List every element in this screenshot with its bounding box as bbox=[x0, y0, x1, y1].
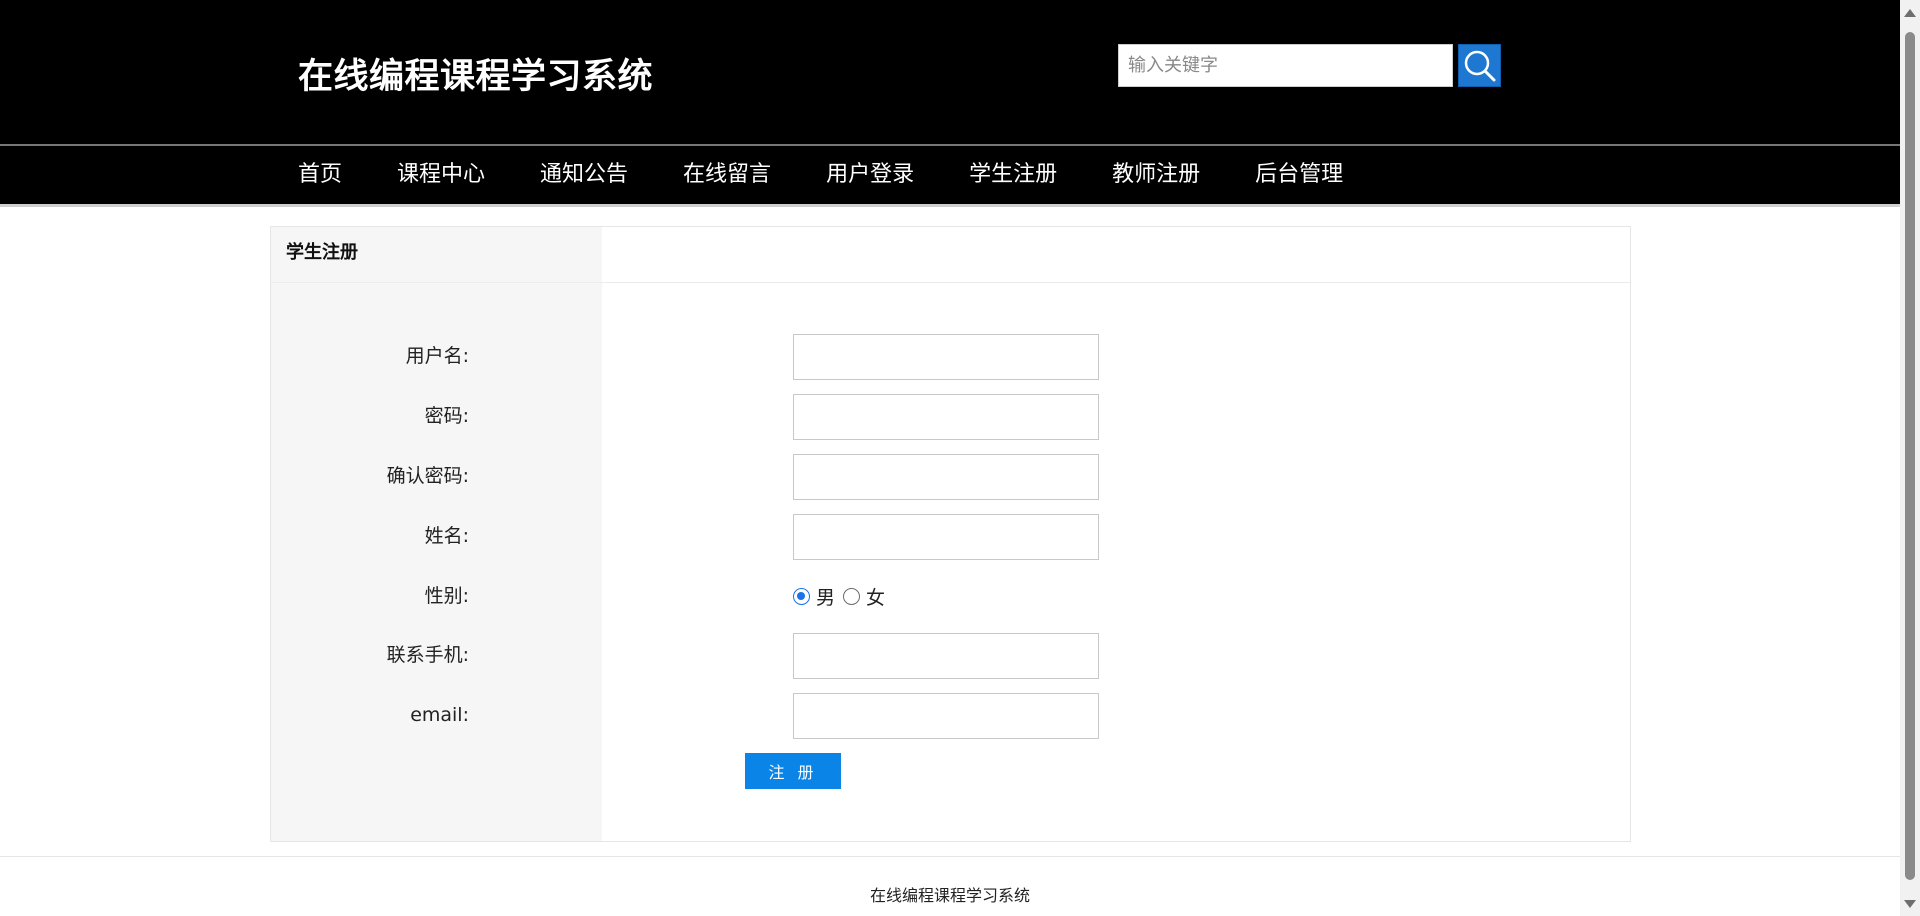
form-row-username: 用户名: bbox=[331, 332, 1099, 380]
form-row-name: 姓名: bbox=[331, 512, 1099, 560]
confirm-password-label: 确认密码: bbox=[386, 465, 469, 487]
form-row-email: email: bbox=[331, 691, 1099, 739]
username-input[interactable] bbox=[793, 334, 1099, 380]
nav-item-notices[interactable]: 通知公告 bbox=[540, 146, 628, 204]
search-input[interactable] bbox=[1118, 44, 1453, 87]
gender-radio-group: 男 女 bbox=[793, 572, 893, 620]
panel-title: 学生注册 bbox=[286, 242, 358, 263]
search-icon bbox=[1464, 50, 1496, 82]
password-input[interactable] bbox=[793, 394, 1099, 440]
email-label: email: bbox=[410, 704, 469, 726]
nav-item-login[interactable]: 用户登录 bbox=[826, 146, 914, 204]
nav-item-home[interactable]: 首页 bbox=[298, 146, 342, 204]
page: 在线编程课程学习系统 首页 课程中心 通知公告 在线留言 用户登录 学生注册 教… bbox=[0, 0, 1920, 916]
main-nav: 首页 课程中心 通知公告 在线留言 用户登录 学生注册 教师注册 后台管理 bbox=[0, 144, 1900, 207]
vertical-scrollbar[interactable] bbox=[1900, 0, 1920, 916]
nav-item-messages[interactable]: 在线留言 bbox=[683, 146, 771, 204]
site-header: 在线编程课程学习系统 bbox=[0, 0, 1900, 144]
scroll-down-arrow-icon[interactable] bbox=[1900, 895, 1920, 912]
search-button[interactable] bbox=[1458, 44, 1501, 87]
form-row-gender: 性别: 男 女 bbox=[331, 572, 1031, 620]
panel-header: 学生注册 bbox=[271, 227, 1630, 283]
nav-item-teacher-register[interactable]: 教师注册 bbox=[1112, 146, 1200, 204]
site-title: 在线编程课程学习系统 bbox=[298, 57, 654, 97]
username-label: 用户名: bbox=[405, 345, 469, 367]
email-input[interactable] bbox=[793, 693, 1099, 739]
name-label: 姓名: bbox=[424, 525, 469, 547]
scroll-thumb[interactable] bbox=[1905, 32, 1915, 880]
gender-female-radio[interactable] bbox=[843, 587, 861, 605]
nav-list: 首页 课程中心 通知公告 在线留言 用户登录 学生注册 教师注册 后台管理 bbox=[298, 146, 1398, 204]
confirm-password-input[interactable] bbox=[793, 454, 1099, 500]
form-row-phone: 联系手机: bbox=[331, 631, 1099, 679]
nav-item-student-register[interactable]: 学生注册 bbox=[969, 146, 1057, 204]
nav-item-admin[interactable]: 后台管理 bbox=[1255, 146, 1343, 204]
password-label: 密码: bbox=[424, 405, 469, 427]
scroll-up-arrow-icon[interactable] bbox=[1900, 4, 1920, 21]
gender-female-label: 女 bbox=[866, 586, 886, 609]
form-row-confirm-password: 确认密码: bbox=[331, 452, 1099, 500]
form-row-password: 密码: bbox=[331, 392, 1099, 440]
footer-divider bbox=[0, 856, 1900, 857]
phone-input[interactable] bbox=[793, 633, 1099, 679]
gender-male-label: 男 bbox=[816, 586, 836, 609]
gender-label: 性别: bbox=[424, 585, 469, 607]
phone-label: 联系手机: bbox=[386, 644, 469, 666]
register-button[interactable]: 注 册 bbox=[745, 753, 841, 789]
nav-item-courses[interactable]: 课程中心 bbox=[397, 146, 485, 204]
name-input[interactable] bbox=[793, 514, 1099, 560]
gender-male-radio[interactable] bbox=[793, 587, 810, 605]
footer-text: 在线编程课程学习系统 bbox=[869, 886, 1030, 905]
